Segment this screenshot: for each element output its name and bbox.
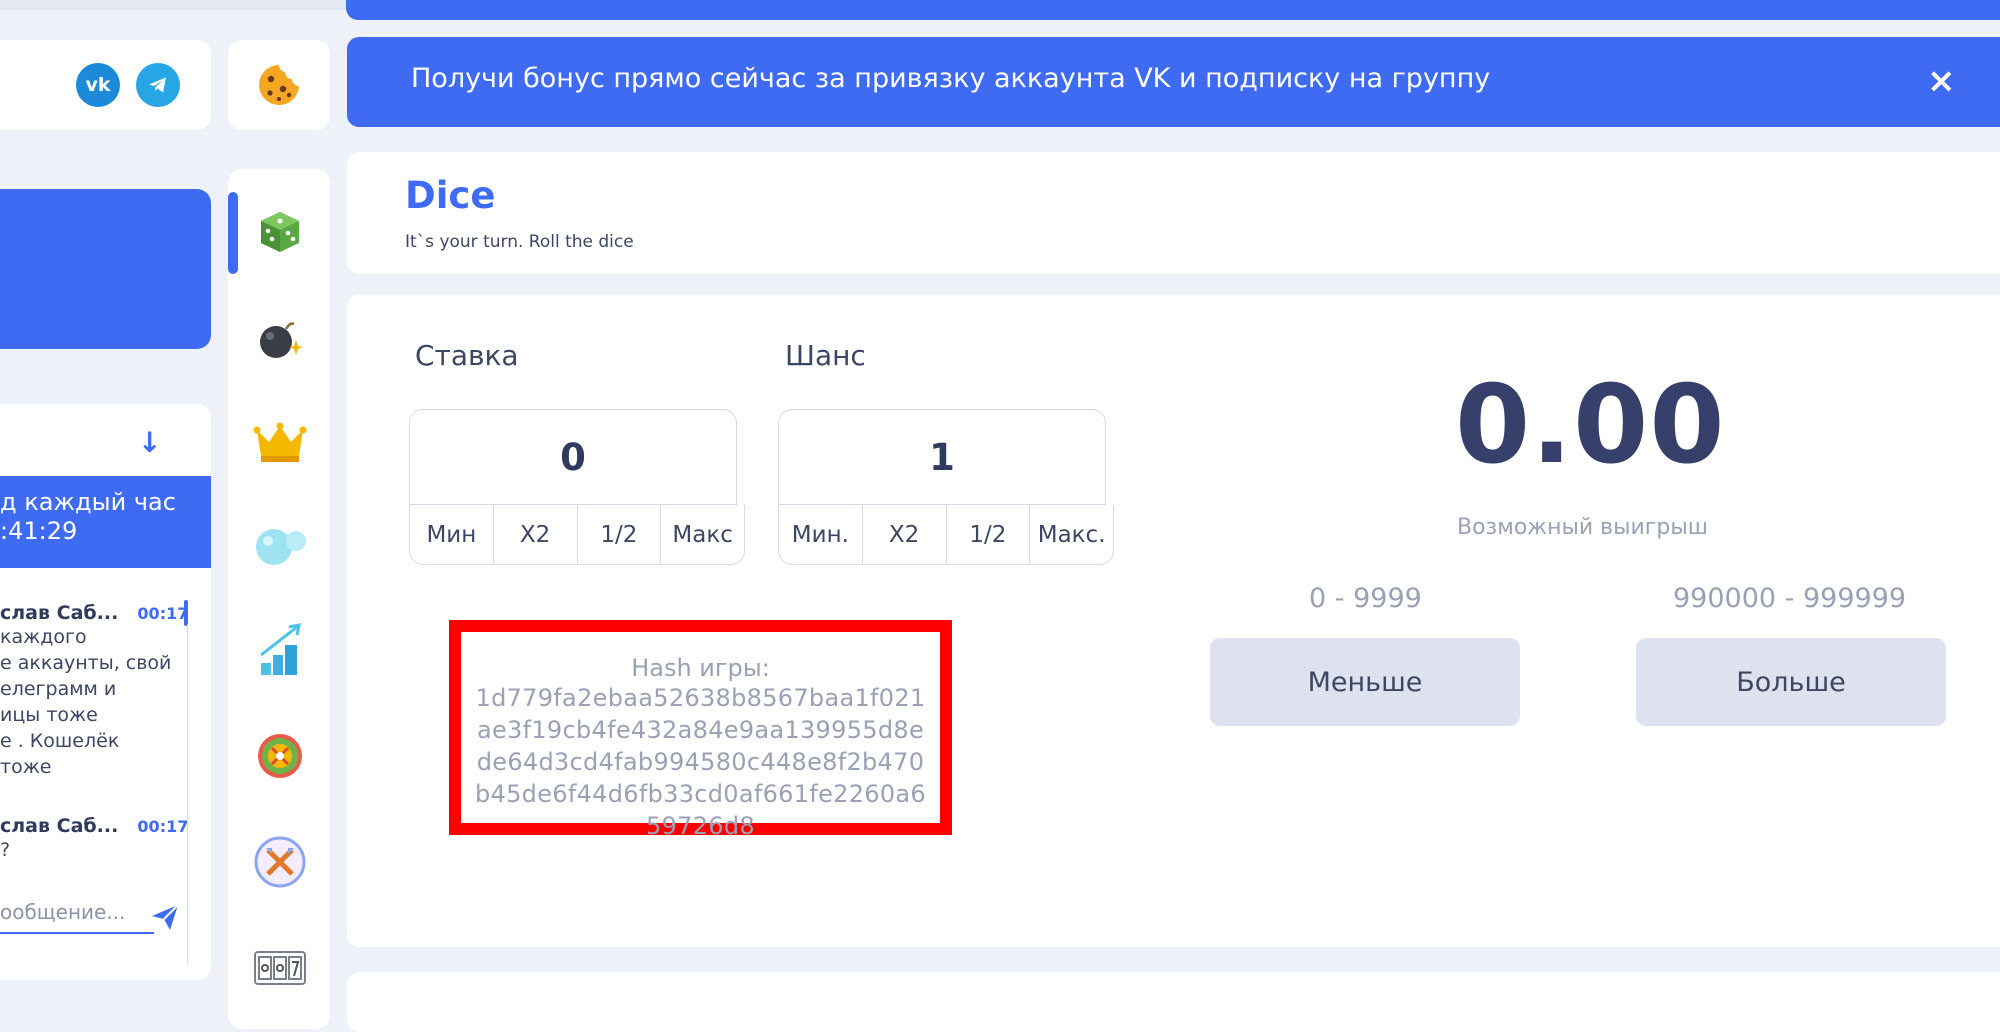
chat-message-line: каждого bbox=[0, 626, 87, 648]
swords-icon bbox=[254, 836, 306, 888]
chat-scrollbar-track[interactable] bbox=[187, 624, 188, 964]
chat-message-line: тоже bbox=[0, 756, 52, 778]
bet-max-button[interactable]: Макс bbox=[661, 505, 744, 564]
chance-control: 1 Мин. X2 1/2 Макс. bbox=[778, 409, 1114, 565]
chance-input[interactable]: 1 bbox=[778, 409, 1106, 505]
page-title: Dice bbox=[405, 174, 496, 217]
nav-item-mines[interactable] bbox=[250, 308, 310, 368]
bet-control: 0 Мин X2 1/2 Макс bbox=[409, 409, 745, 565]
chat-message-line: елеграмм и bbox=[0, 678, 117, 700]
dice-icon bbox=[261, 212, 299, 252]
page-subtitle: It`s your turn. Roll the dice bbox=[405, 232, 634, 252]
bet-half-button[interactable]: 1/2 bbox=[578, 505, 662, 564]
chat-bonus-countdown: :41:29 bbox=[0, 517, 78, 545]
chance-half-button[interactable]: 1/2 bbox=[947, 505, 1031, 564]
chat-message: слав Саб... 00:17 каждого е аккаунты, св… bbox=[0, 602, 200, 780]
crown-icon bbox=[253, 422, 307, 462]
possible-win-label: Возможный выигрыш bbox=[1457, 515, 1708, 540]
vk-icon: vk bbox=[85, 74, 111, 96]
nav-item-dice[interactable] bbox=[250, 202, 310, 262]
possible-win-value: 0.00 bbox=[1455, 363, 1726, 488]
chance-max-button[interactable]: Макс. bbox=[1030, 505, 1113, 564]
chat-message-time: 00:17 bbox=[137, 817, 189, 836]
cookie-icon bbox=[259, 65, 299, 105]
chance-min-button[interactable]: Мин. bbox=[779, 505, 863, 564]
telegram-icon bbox=[149, 77, 166, 93]
game-hash-box: Hash игры: 1d779fa2ebaa52638b8567baa1f02… bbox=[449, 620, 952, 840]
top-accent-bar bbox=[346, 0, 2000, 20]
chart-up-icon bbox=[260, 623, 301, 675]
less-range: 0 - 9999 bbox=[1309, 583, 1422, 614]
hash-value: 1d779fa2ebaa52638b8567baa1f021ae3f19cb4f… bbox=[475, 684, 926, 840]
vk-button[interactable]: vk bbox=[76, 63, 120, 107]
chat-message-line: ицы тоже bbox=[0, 704, 98, 726]
wheel-icon bbox=[258, 734, 302, 778]
bet-label: Ставка bbox=[415, 339, 519, 372]
close-icon[interactable]: × bbox=[1927, 61, 1956, 101]
chance-label: Шанс bbox=[785, 339, 866, 372]
dice-game-panel: Ставка 0 Мин X2 1/2 Макс Шанс 1 Мин. X2 … bbox=[347, 295, 2000, 947]
chat-message-author[interactable]: слав Саб... bbox=[0, 602, 118, 624]
more-range: 990000 - 999999 bbox=[1673, 583, 1907, 614]
chat-message-author[interactable]: слав Саб... bbox=[0, 815, 118, 837]
nav-item-bubbles[interactable] bbox=[250, 516, 310, 576]
bottom-panel bbox=[347, 972, 2000, 1032]
telegram-button[interactable] bbox=[136, 63, 180, 107]
nav-active-indicator bbox=[228, 192, 238, 274]
promo-side-card[interactable] bbox=[0, 189, 211, 349]
chat-message-time: 00:17 bbox=[137, 604, 189, 623]
hash-label: Hash игры: bbox=[631, 654, 770, 682]
cookie-button[interactable] bbox=[228, 40, 330, 130]
bet-buttons: Мин X2 1/2 Макс bbox=[409, 505, 745, 565]
bonus-banner-text: Получи бонус прямо сейчас за привязку ак… bbox=[411, 63, 1491, 94]
game-nav bbox=[228, 169, 330, 1029]
bet-min-button[interactable]: Мин bbox=[410, 505, 494, 564]
chance-buttons: Мин. X2 1/2 Макс. bbox=[778, 505, 1114, 565]
nav-item-crown[interactable] bbox=[250, 412, 310, 472]
chat-message-input[interactable]: ообщение... bbox=[0, 900, 154, 934]
bubbles-icon bbox=[256, 529, 306, 565]
chat-message-line: е . Кошелёк bbox=[0, 730, 120, 752]
chat-panel: ↓ д каждый час :41:29 слав Саб... 00:17 … bbox=[0, 404, 211, 980]
chat-scrollbar-thumb[interactable] bbox=[184, 600, 188, 626]
chat-message-line: е аккаунты, свой bbox=[0, 652, 172, 674]
chance-x2-button[interactable]: X2 bbox=[863, 505, 947, 564]
scroll-down-icon[interactable]: ↓ bbox=[138, 426, 161, 459]
less-button[interactable]: Меньше bbox=[1210, 638, 1520, 726]
chat-message-line: ? bbox=[0, 839, 11, 861]
nav-item-battle[interactable] bbox=[250, 832, 310, 892]
bet-x2-button[interactable]: X2 bbox=[494, 505, 578, 564]
nav-item-crash[interactable] bbox=[250, 620, 310, 680]
bomb-icon bbox=[260, 322, 303, 358]
chat-bonus-text: д каждый час bbox=[0, 488, 176, 516]
slots-icon bbox=[254, 951, 306, 985]
top-strip bbox=[0, 0, 348, 10]
bet-input[interactable]: 0 bbox=[409, 409, 737, 505]
chat-bonus-timer: д каждый час :41:29 bbox=[0, 476, 211, 568]
nav-item-wheel[interactable] bbox=[250, 726, 310, 786]
bonus-banner[interactable]: Получи бонус прямо сейчас за привязку ак… bbox=[347, 37, 2000, 127]
send-icon bbox=[152, 904, 179, 930]
nav-item-slots[interactable] bbox=[250, 938, 310, 998]
more-button[interactable]: Больше bbox=[1636, 638, 1946, 726]
social-links-card: vk bbox=[0, 40, 211, 130]
game-header: Dice It`s your turn. Roll the dice bbox=[347, 152, 2000, 274]
send-button[interactable] bbox=[150, 902, 180, 936]
chat-message: слав Саб... 00:17 ? bbox=[0, 815, 200, 863]
